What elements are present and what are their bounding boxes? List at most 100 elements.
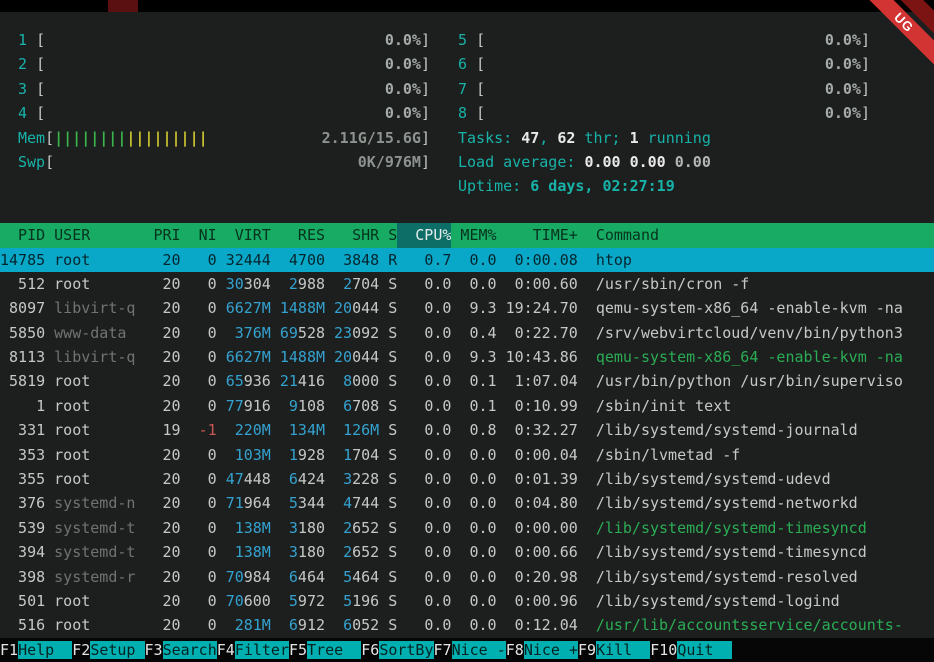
virt-cell: 47448 [217, 467, 271, 491]
column-header-pri[interactable]: PRI [135, 223, 180, 247]
column-header-ni[interactable]: NI [181, 223, 217, 247]
stat-segment: 0.00 [584, 153, 629, 171]
process-row[interactable]: 331root19-1220M134M126MS0.00.80:32.27/li… [0, 418, 934, 442]
res-cell: 5972 [271, 589, 325, 613]
process-row[interactable]: 355root2004744864243228S0.00.00:01.39/li… [0, 467, 934, 491]
fkey-item-kill[interactable]: F9Kill [578, 638, 650, 662]
process-row[interactable]: 8097libvirt-q2006627M1488M20044S0.09.319… [0, 296, 934, 320]
res-cell: 3180 [271, 516, 325, 540]
column-header-pid[interactable]: PID [0, 223, 45, 247]
priority-cell: 20 [135, 248, 180, 272]
nice-cell: 0 [181, 443, 217, 467]
meter-label: 6 [458, 52, 476, 76]
column-header-user[interactable]: USER [45, 223, 135, 247]
stat-segment: 1 [630, 129, 639, 147]
mem-value-kb: 000 [352, 372, 379, 390]
cpu-pct-cell: 0.0 [397, 321, 451, 345]
command-cell: /srv/webvirtcloud/venv/bin/python3 [578, 321, 934, 345]
fkey-item-search[interactable]: F3Search [145, 638, 217, 662]
shr-cell: 8000 [325, 369, 379, 393]
process-row[interactable]: 516root200281M69126052S0.00.00:12.04/usr… [0, 613, 934, 637]
priority-cell: 20 [135, 296, 180, 320]
mem-value: 281M [235, 616, 271, 634]
process-row[interactable]: 353root200103M19281704S0.00.00:00.04/sbi… [0, 443, 934, 467]
cpu-pct-cell: 0.0 [397, 345, 451, 369]
meter-label: 7 [458, 77, 476, 101]
process-row[interactable]: 1root2007791691086708S0.00.10:10.99/sbin… [0, 394, 934, 418]
meter-open-bracket: [ [476, 101, 485, 125]
process-row[interactable]: 5819root20065936214168000S0.00.11:07.04/… [0, 369, 934, 393]
time-cell: 0:20.98 [497, 565, 578, 589]
process-row[interactable]: 539systemd-t200138M31802652S0.00.00:00.0… [0, 516, 934, 540]
fkey-item-tree[interactable]: F5Tree [289, 638, 361, 662]
user-cell: root [45, 589, 135, 613]
fkey-item-filter[interactable]: F4Filter [217, 638, 289, 662]
meter-value: 0.0% [825, 101, 861, 125]
uptime: Uptime: 6 days, 02:27:19 [458, 174, 675, 198]
cpu-pct-cell: 0.0 [397, 540, 451, 564]
res-cell: 6912 [271, 613, 325, 637]
virt-cell: 220M [217, 418, 271, 442]
cpu-meter-line: 3 [0.0%]7 [0.0%] [0, 77, 934, 101]
cpu-meter-2: 2 [0.0%] [18, 52, 430, 76]
meter-value: 0.0% [385, 28, 421, 52]
user-cell: systemd-n [45, 491, 135, 515]
column-header-shr[interactable]: SHR [325, 223, 379, 247]
meter-bar-area [54, 150, 358, 174]
mem-cache-bars: ||||||||| [126, 129, 207, 147]
column-header-cpu[interactable]: CPU% [397, 223, 451, 247]
fkey-item-sortby[interactable]: F6SortBy [361, 638, 433, 662]
res-cell: 3180 [271, 540, 325, 564]
column-header-virt[interactable]: VIRT [217, 223, 271, 247]
meter-bar-area [45, 77, 385, 101]
meter-bar-area [45, 101, 385, 125]
fkey-item-help[interactable]: F1Help [0, 638, 72, 662]
column-header-time[interactable]: TIME+ [497, 223, 578, 247]
command-cell: /lib/systemd/systemd-logind [578, 589, 934, 613]
fkey-item-quit[interactable]: F10Quit [650, 638, 731, 662]
stat-segment: 0.00 [675, 153, 711, 171]
mem-value-mb: 6 [289, 470, 298, 488]
priority-cell: 20 [135, 467, 180, 491]
process-row[interactable]: 398systemd-r2007098464645464S0.00.00:20.… [0, 565, 934, 589]
column-header-cmd[interactable]: Command [578, 223, 934, 247]
meter-open-bracket: [ [476, 77, 485, 101]
column-header-mem[interactable]: MEM% [451, 223, 496, 247]
mem-value-kb: 928 [298, 446, 325, 464]
state-cell: S [379, 296, 397, 320]
mem-value-mb: 32 [226, 251, 244, 269]
meter-close-bracket: ] [421, 52, 430, 76]
mem-value-mb: 3 [289, 543, 298, 561]
mem-value: 1488M [280, 299, 325, 317]
column-header-res[interactable]: RES [271, 223, 325, 247]
process-row[interactable]: 5850www-data200376M6952823092S0.00.40:22… [0, 321, 934, 345]
user-cell: root [45, 272, 135, 296]
pid-cell: 539 [0, 516, 45, 540]
mem-value-mb: 5 [289, 592, 298, 610]
column-header-s[interactable]: S [379, 223, 397, 247]
state-cell: S [379, 418, 397, 442]
mem-pct-cell: 0.8 [451, 418, 496, 442]
process-row[interactable]: 14785root2003244447003848R0.70.00:00.08h… [0, 248, 934, 272]
cpu-pct-cell: 0.7 [397, 248, 451, 272]
virt-cell: 70984 [217, 565, 271, 589]
state-cell: S [379, 443, 397, 467]
mem-value-mb: 4 [289, 251, 298, 269]
process-row[interactable]: 501root2007060059725196S0.00.00:00.96/li… [0, 589, 934, 613]
process-row[interactable]: 376systemd-n2007196453444744S0.00.00:04.… [0, 491, 934, 515]
fkey-item-nice-[interactable]: F7Nice - [434, 638, 506, 662]
process-row[interactable]: 394systemd-t200138M31802652S0.00.00:00.6… [0, 540, 934, 564]
virt-cell: 6627M [217, 345, 271, 369]
stat-segment: Uptime: [458, 177, 530, 195]
fkey-item-nice-[interactable]: F8Nice + [506, 638, 578, 662]
shr-cell: 5196 [325, 589, 379, 613]
meter-label: Swp [18, 150, 45, 174]
command-cell: /lib/systemd/systemd-networkd [578, 491, 934, 515]
process-row[interactable]: 8113libvirt-q2006627M1488M20044S0.09.310… [0, 345, 934, 369]
mem-value-mb: 3 [343, 470, 352, 488]
time-cell: 10:43.86 [497, 345, 578, 369]
nice-cell: 0 [181, 491, 217, 515]
process-row[interactable]: 512root2003030429882704S0.00.00:00.60/us… [0, 272, 934, 296]
fkey-item-setup[interactable]: F2Setup [72, 638, 144, 662]
priority-cell: 20 [135, 345, 180, 369]
